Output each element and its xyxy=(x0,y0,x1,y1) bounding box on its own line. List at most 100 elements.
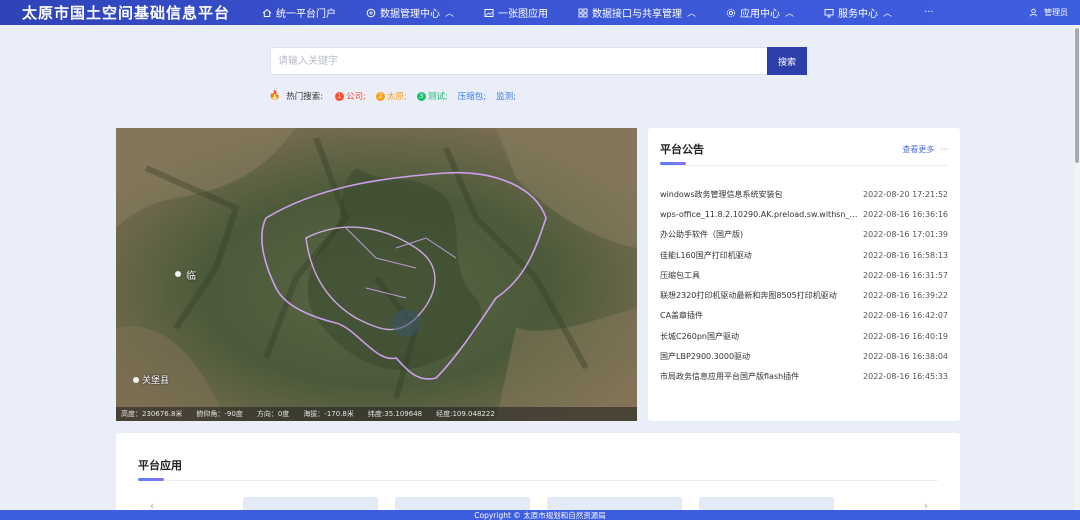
fire-icon: 🔥 xyxy=(269,91,281,101)
announcement-item[interactable]: 市局政务信息应用平台国产版flash插件 2022-08-16 16:45:33 xyxy=(660,367,948,387)
chevron-up-icon: ︿ xyxy=(445,9,455,19)
rank-badge: 2 xyxy=(375,91,385,101)
hot-keyword[interactable]: 3 测试; xyxy=(416,90,448,102)
announcement-item-title: 联想2320打印机驱动最新和奔图8505打印机驱动 xyxy=(660,291,837,301)
page-scrollbar[interactable] xyxy=(1074,25,1080,510)
title-accent-bar xyxy=(660,162,686,165)
nav-item-portal[interactable]: 统一平台门户 xyxy=(262,5,336,20)
footer: Copyright © 太原市规划和自然资源局 xyxy=(0,510,1080,520)
nav-item-one-map[interactable]: 一张图应用 xyxy=(484,5,548,20)
announcement-item-date: 2022-08-16 17:01:39 xyxy=(863,230,948,240)
announcement-item-title: 佳能L160国产打印机驱动 xyxy=(660,250,752,260)
view-more-link[interactable]: 查看更多 ··· xyxy=(902,144,948,155)
hot-keyword[interactable]: 监测; xyxy=(496,90,516,102)
rank-badge: 3 xyxy=(416,91,426,101)
platform-apps-panel: 平台应用 ‹ › xyxy=(116,433,960,513)
search-button[interactable]: 搜索 xyxy=(767,47,807,75)
user-icon xyxy=(1029,8,1038,17)
nav-item-data-center[interactable]: 数据管理中心 ︿ xyxy=(366,5,454,20)
view-more-label: 查看更多 xyxy=(902,145,935,154)
scrollbar-thumb[interactable] xyxy=(1075,28,1079,163)
announcement-item[interactable]: 办公助手软件（国产版) 2022-08-16 17:01:39 xyxy=(660,225,948,245)
rank-badge: 1 xyxy=(335,91,345,101)
nav-more-button[interactable]: ··· xyxy=(924,7,934,18)
map-heading: 方向：0度 xyxy=(256,410,290,418)
data-center-icon xyxy=(366,8,376,17)
announcement-item-date: 2022-08-16 16:38:04 xyxy=(863,352,948,362)
hot-search: 🔥 热门搜索: 1 公司; 2 太原; 3 测试; 压缩包; 监测; xyxy=(269,90,520,102)
nav-item-label: 数据接口与共享管理 xyxy=(592,9,683,20)
hot-keyword[interactable]: 2 太原; xyxy=(375,90,407,102)
map-longitude: 经度:109.048222 xyxy=(436,410,495,418)
announcement-item[interactable]: 国产LBP2900.3000驱动 2022-08-16 16:38:04 xyxy=(660,346,948,366)
app-title: 太原市国土空间基础信息平台 xyxy=(22,4,231,22)
settings-icon xyxy=(726,8,736,17)
announcement-item-date: 2022-08-16 16:58:13 xyxy=(863,250,948,260)
nav-item-data-interface[interactable]: 数据接口与共享管理 ︿ xyxy=(578,5,696,20)
more-dots-icon: ··· xyxy=(940,145,948,154)
announcement-item-date: 2022-08-20 17:21:52 xyxy=(863,189,948,199)
map-latitude: 纬度:35.109648 xyxy=(367,410,423,418)
map-pitch: 俯仰角：-90度 xyxy=(196,410,243,418)
nav-item-service-center[interactable]: 服务中心 ︿ xyxy=(824,5,892,20)
announcement-item[interactable]: CA盖章插件 2022-08-16 16:42:07 xyxy=(660,306,948,326)
nav-item-label: 数据管理中心 xyxy=(380,9,440,20)
announcement-item-title: 办公助手软件（国产版) xyxy=(660,230,744,240)
search-input[interactable] xyxy=(278,48,767,74)
announcement-item-title: CA盖章插件 xyxy=(660,311,704,321)
announcement-item[interactable]: wps-office_11.8.2.10290.AK.preload.sw.wi… xyxy=(660,204,948,224)
nav-item-label: 统一平台门户 xyxy=(276,9,336,20)
nav-item-label: 应用中心 xyxy=(740,9,781,20)
announcement-item-date: 2022-08-16 16:45:33 xyxy=(863,372,948,382)
main-nav: 统一平台门户 数据管理中心 ︿ 一张图应用 数据接口与共享管理 ︿ 应用中心 ︿… xyxy=(262,0,934,25)
announcement-item-title: 压缩包工具 xyxy=(660,270,700,280)
nav-item-app-center[interactable]: 应用中心 ︿ xyxy=(726,5,794,20)
hot-keyword-text: 测试; xyxy=(427,92,448,102)
announcement-item[interactable]: 压缩包工具 2022-08-16 16:31:57 xyxy=(660,265,948,285)
title-accent-bar xyxy=(138,478,164,481)
announcement-item[interactable]: windows政务管理信息系统安装包 2022-08-20 17:21:52 xyxy=(660,184,948,204)
divider xyxy=(138,480,938,481)
hot-keyword-text: 太原; xyxy=(386,92,407,102)
announcement-item-date: 2022-08-16 16:31:57 xyxy=(863,270,948,280)
monitor-icon xyxy=(824,8,834,17)
announcement-item-date: 2022-08-16 16:39:22 xyxy=(863,291,948,301)
announcement-item-title: 市局政务信息应用平台国产版flash插件 xyxy=(660,372,800,382)
hot-keyword-text: 压缩包; xyxy=(457,92,487,102)
map-image-icon xyxy=(484,8,494,17)
announcement-item-title: windows政务管理信息系统安装包 xyxy=(660,189,783,199)
user-menu[interactable]: 管理员 xyxy=(1029,0,1068,25)
map-status-bar: 高度：230676.8米 俯仰角：-90度 方向：0度 海拔：-170.8米 纬… xyxy=(116,407,637,421)
map-viewer[interactable]: 临 关堡县 高度：230676.8米 俯仰角：-90度 方向：0度 海拔：-17… xyxy=(116,128,637,421)
chevron-up-icon: ︿ xyxy=(687,9,697,19)
hot-keyword[interactable]: 1 公司; xyxy=(335,90,366,102)
announcement-item-title: wps-office_11.8.2.10290.AK.preload.sw.wi… xyxy=(660,209,860,219)
announcement-item-date: 2022-08-16 16:36:16 xyxy=(863,209,948,219)
map-city-label: 关堡县 xyxy=(142,376,170,386)
hot-keyword[interactable]: 压缩包; xyxy=(458,90,486,102)
hot-keyword-text: 监测; xyxy=(496,92,516,102)
chevron-up-icon: ︿ xyxy=(785,9,795,19)
announcement-panel: 平台公告 查看更多 ··· windows政务管理信息系统安装包 2022-08-… xyxy=(648,128,960,421)
announcement-item[interactable]: 长城C260pn国产驱动 2022-08-16 16:40:19 xyxy=(660,326,948,346)
announcement-item[interactable]: 佳能L160国产打印机驱动 2022-08-16 16:58:13 xyxy=(660,245,948,265)
divider xyxy=(660,165,948,166)
hot-keyword-text: 公司; xyxy=(346,92,366,102)
announcement-item[interactable]: 联想2320打印机驱动最新和奔图8505打印机驱动 2022-08-16 16:3… xyxy=(660,285,948,305)
map-city-label: 临 xyxy=(186,271,196,282)
nav-item-label: 服务中心 xyxy=(838,9,879,20)
map-altitude: 海拔：-170.8米 xyxy=(303,410,354,418)
announcement-title: 平台公告 xyxy=(660,143,704,156)
map-height: 高度：230676.8米 xyxy=(121,410,183,418)
home-icon xyxy=(262,8,272,17)
announcement-item-date: 2022-08-16 16:42:07 xyxy=(863,311,948,321)
top-nav-bar: 太原市国土空间基础信息平台 统一平台门户 数据管理中心 ︿ 一张图应用 数据接口… xyxy=(0,0,1080,25)
nav-item-label: 一张图应用 xyxy=(498,9,549,20)
copyright-text: Copyright © 太原市规划和自然资源局 xyxy=(474,510,606,520)
search-box xyxy=(270,47,767,75)
user-name: 管理员 xyxy=(1044,8,1068,17)
announcement-item-date: 2022-08-16 16:40:19 xyxy=(863,331,948,341)
announcement-list: windows政务管理信息系统安装包 2022-08-20 17:21:52 wp… xyxy=(660,184,948,387)
hot-search-label: 热门搜索: xyxy=(286,92,324,102)
grid-icon xyxy=(578,8,588,17)
